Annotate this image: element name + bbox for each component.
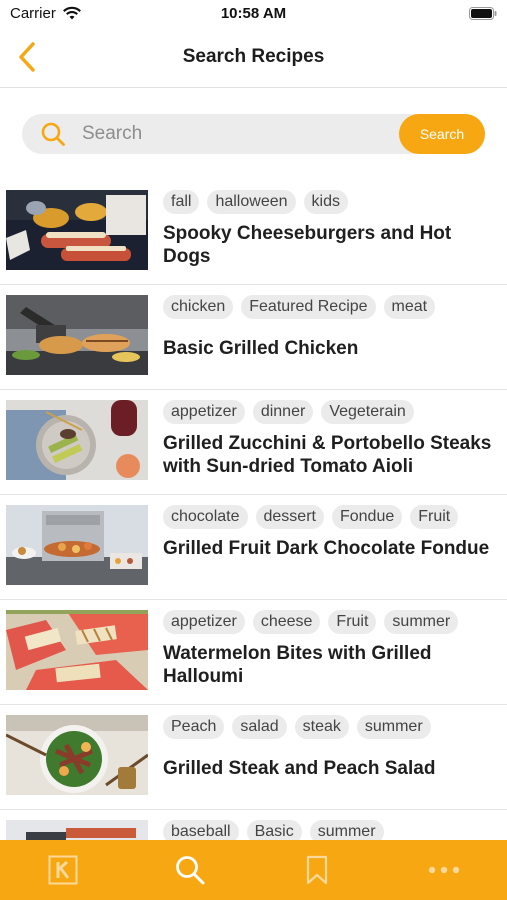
search-bar: Search <box>22 114 485 154</box>
recipe-thumbnail <box>6 295 148 375</box>
recipe-row[interactable]: chicken Featured Recipe meat Basic Grill… <box>0 285 507 390</box>
search-icon <box>176 856 205 885</box>
tag[interactable]: kids <box>303 190 348 214</box>
tag-list: Peach salad steak summer <box>163 715 431 739</box>
more-icon <box>428 866 459 874</box>
tag[interactable]: dessert <box>255 505 324 529</box>
recipe-thumbnail <box>6 715 148 795</box>
tag[interactable]: summer <box>384 610 459 634</box>
bookmark-icon <box>306 855 327 885</box>
tag[interactable]: cheese <box>252 610 321 634</box>
tag[interactable]: baseball <box>163 820 239 840</box>
tab-home[interactable] <box>0 840 127 900</box>
search-icon <box>41 122 65 146</box>
tag[interactable]: steak <box>294 715 349 739</box>
recipe-thumbnail <box>6 190 148 270</box>
search-input[interactable] <box>82 114 402 154</box>
tag-list: baseball Basic summer <box>163 820 384 840</box>
recipe-thumbnail <box>6 820 148 840</box>
tag[interactable]: Fondue <box>331 505 403 529</box>
recipe-title: Grilled Fruit Dark Chocolate Fondue <box>163 538 490 559</box>
status-bar: Carrier 10:58 AM <box>0 0 507 28</box>
recipe-row[interactable]: appetizer dinner Vegeterain Grilled Zucc… <box>0 390 507 495</box>
recipe-title: Watermelon Bites with Grilled Halloumi <box>163 643 432 687</box>
tag-list: appetizer dinner Vegeterain <box>163 400 414 424</box>
tag[interactable]: Fruit <box>410 505 459 529</box>
tab-bar <box>0 840 507 900</box>
recipe-row[interactable]: fall halloween kids Spooky Cheeseburgers… <box>0 180 507 285</box>
nav-bar: Search Recipes <box>0 28 507 88</box>
recipe-row[interactable]: chocolate dessert Fondue Fruit Grilled F… <box>0 495 507 600</box>
recipe-row[interactable]: Peach salad steak summer Grilled Steak a… <box>0 705 507 810</box>
tag[interactable]: fall <box>163 190 200 214</box>
recipe-thumbnail <box>6 610 148 690</box>
tag[interactable]: chocolate <box>163 505 248 529</box>
tab-search[interactable] <box>127 840 254 900</box>
recipe-row[interactable]: appetizer cheese Fruit summer Watermelon… <box>0 600 507 705</box>
tag[interactable]: Basic <box>246 820 302 840</box>
recipe-list: fall halloween kids Spooky Cheeseburgers… <box>0 180 507 840</box>
tag[interactable]: salad <box>232 715 287 739</box>
tag[interactable]: dinner <box>252 400 314 424</box>
tag-list: chocolate dessert Fondue Fruit <box>163 505 459 529</box>
tag[interactable]: Fruit <box>328 610 377 634</box>
tag[interactable]: summer <box>309 820 384 840</box>
tab-more[interactable] <box>380 840 507 900</box>
recipe-thumbnail <box>6 400 148 480</box>
search-button[interactable]: Search <box>399 114 485 154</box>
recipe-row[interactable]: baseball Basic summer <box>0 810 507 840</box>
k-logo-icon <box>48 855 78 885</box>
tag-list: fall halloween kids <box>163 190 348 214</box>
tag-list: chicken Featured Recipe meat <box>163 295 436 319</box>
tag-list: appetizer cheese Fruit summer <box>163 610 459 634</box>
tag[interactable]: Featured Recipe <box>241 295 376 319</box>
tag[interactable]: Vegeterain <box>321 400 414 424</box>
tag[interactable]: appetizer <box>163 400 245 424</box>
clock: 10:58 AM <box>220 5 287 22</box>
page-title: Search Recipes <box>182 46 325 67</box>
tag[interactable]: Peach <box>163 715 225 739</box>
recipe-title: Basic Grilled Chicken <box>163 338 359 359</box>
recipe-thumbnail <box>6 505 148 585</box>
tab-bookmarks[interactable] <box>254 840 381 900</box>
tag[interactable]: chicken <box>163 295 234 319</box>
recipe-title: Grilled Steak and Peach Salad <box>163 758 436 779</box>
tag[interactable]: meat <box>383 295 436 319</box>
tag[interactable]: appetizer <box>163 610 245 634</box>
recipe-title: Grilled Zucchini & Portobello Steaks wit… <box>163 433 492 477</box>
recipe-title: Spooky Cheeseburgers and Hot Dogs <box>163 223 452 267</box>
tag[interactable]: halloween <box>207 190 296 214</box>
tag[interactable]: summer <box>356 715 431 739</box>
battery-icon <box>469 7 497 20</box>
